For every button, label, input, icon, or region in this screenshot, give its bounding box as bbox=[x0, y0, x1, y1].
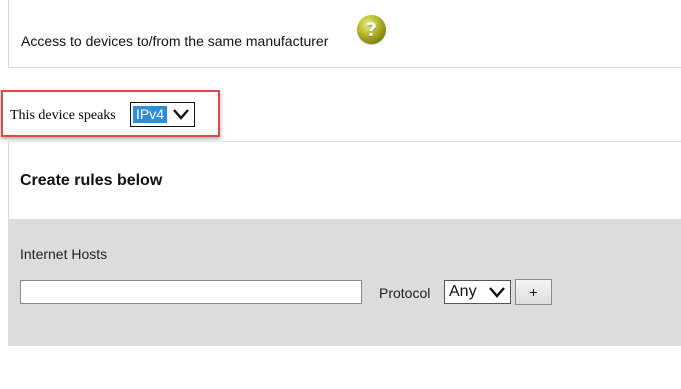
internet-hosts-label: Internet Hosts bbox=[20, 246, 108, 262]
protocol-selected-value: Any bbox=[449, 283, 477, 300]
rules-title: Create rules below bbox=[20, 172, 163, 189]
help-glyph: ? bbox=[365, 18, 378, 41]
protocol-label: Protocol bbox=[379, 285, 431, 301]
ip-version-selected-value: IPv4 bbox=[133, 106, 168, 123]
internet-hosts-input[interactable] bbox=[20, 280, 362, 304]
add-rule-button[interactable]: + bbox=[515, 279, 552, 305]
device-speaks-label: This device speaks bbox=[10, 108, 116, 123]
help-icon[interactable]: ? bbox=[357, 15, 386, 44]
manufacturer-access-label: Access to devices to/from the same manuf… bbox=[21, 33, 329, 49]
chevron-down-icon bbox=[489, 287, 505, 298]
chevron-down-icon bbox=[173, 109, 189, 120]
protocol-select[interactable]: Any bbox=[444, 280, 511, 304]
device-speaks-highlight: This device speaks IPv4 bbox=[1, 90, 220, 137]
ip-version-select[interactable]: IPv4 bbox=[130, 102, 195, 127]
internet-hosts-panel: Internet Hosts Protocol Any + bbox=[8, 219, 681, 346]
rules-header-section: Create rules below bbox=[8, 141, 681, 219]
manufacturer-access-row: Access to devices to/from the same manuf… bbox=[8, 0, 681, 68]
